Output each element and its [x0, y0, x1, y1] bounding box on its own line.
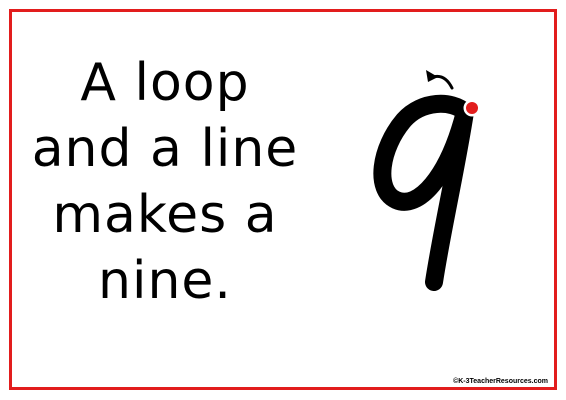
rhyme-line-3: makes a	[52, 185, 278, 245]
rhyme-line-4: nine.	[98, 251, 232, 311]
start-dot-icon	[463, 99, 481, 117]
flash-card: A loop and a line makes a nine. ©K-3Teac…	[9, 9, 557, 390]
curved-arrow-left-icon	[426, 70, 454, 90]
numeral-nine-figure	[373, 70, 481, 291]
rhyme-text: A loop and a line makes a nine.	[20, 50, 310, 314]
rhyme-line-1: A loop	[80, 53, 250, 113]
copyright-notice: ©K-3TeacherResources.com	[453, 378, 548, 385]
rhyme-line-2: and a line	[31, 119, 299, 179]
